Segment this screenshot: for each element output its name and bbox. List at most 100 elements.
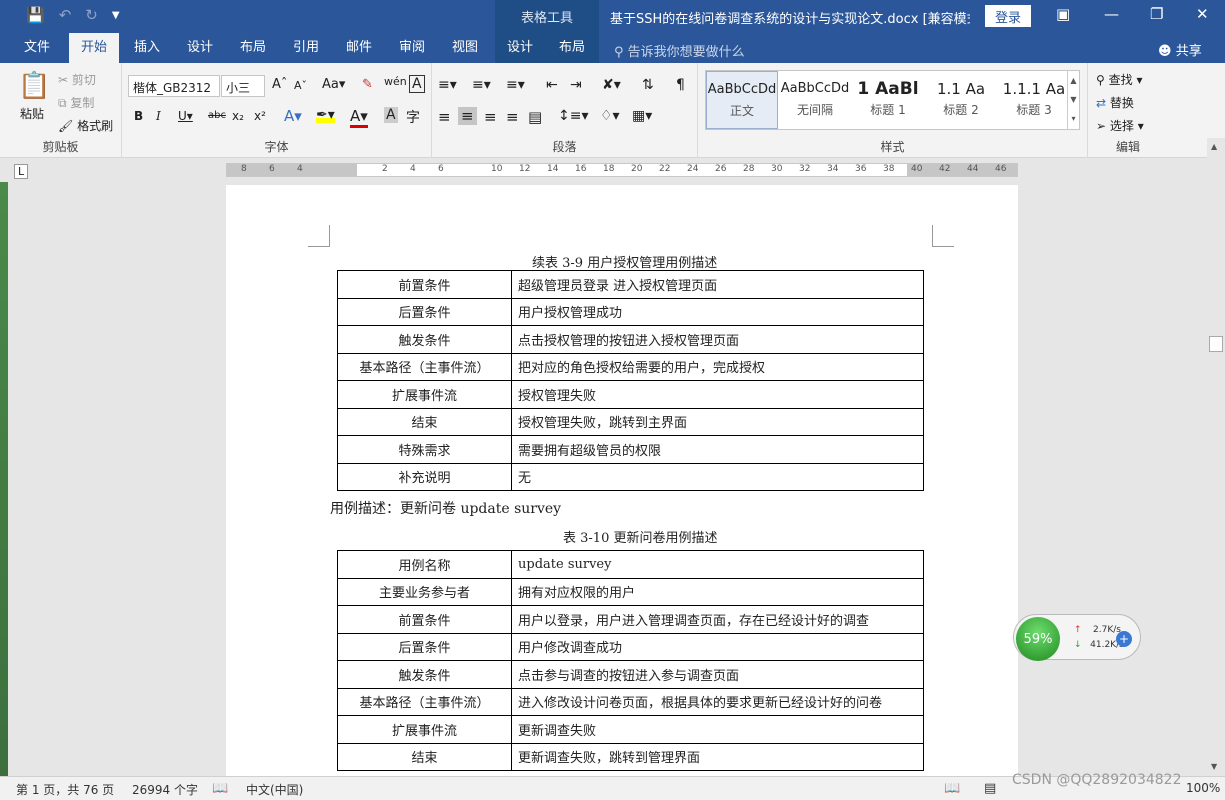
close-icon[interactable]: ✕ — [1196, 5, 1209, 23]
phonetic-guide-icon[interactable]: wén — [384, 75, 407, 88]
italic-icon[interactable]: I — [156, 109, 161, 123]
copy-button[interactable]: ⧉ 复制 — [58, 94, 94, 111]
tab-view[interactable]: 视图 — [442, 33, 488, 63]
table-cell-key[interactable]: 基本路径（主事件流） — [337, 687, 512, 716]
undo-icon[interactable]: ↶ — [59, 6, 72, 24]
scroll-up-icon[interactable]: ▲ — [1211, 142, 1217, 151]
table-cell-value[interactable]: 把对应的角色授权给需要的用户，完成授权 — [511, 352, 924, 381]
plus-icon[interactable]: + — [1116, 631, 1132, 647]
table-cell-key[interactable]: 结束 — [337, 407, 512, 436]
table-cell-key[interactable]: 扩展事件流 — [337, 380, 512, 409]
font-color-icon[interactable]: A▾ — [350, 107, 368, 128]
login-button[interactable]: 登录 — [985, 5, 1031, 27]
tab-layout[interactable]: 布局 — [230, 33, 276, 63]
borders-icon[interactable]: ▦▾ — [632, 108, 652, 124]
shrink-font-icon[interactable]: Aˇ — [294, 79, 307, 92]
table-cell-value[interactable]: 点击参与调查的按钮进入参与调查页面 — [511, 660, 924, 689]
character-shading-icon[interactable]: A — [384, 107, 398, 123]
table-cell-key[interactable]: 扩展事件流 — [337, 715, 512, 744]
table-cell-key[interactable]: 触发条件 — [337, 325, 512, 354]
select-button[interactable]: ➢ 选择 ▾ — [1096, 117, 1144, 134]
line-spacing-icon[interactable]: ↕≡▾ — [558, 108, 589, 124]
tab-selector-icon[interactable]: L — [14, 164, 29, 179]
tab-table-design[interactable]: 设计 — [495, 33, 545, 63]
table-cell-value[interactable]: 点击授权管理的按钮进入授权管理页面 — [511, 325, 924, 354]
bold-icon[interactable]: B — [134, 109, 143, 123]
highlight-color-icon[interactable]: ✒▾ — [316, 107, 335, 123]
paste-icon[interactable]: 📋 — [18, 71, 50, 101]
align-center-icon[interactable]: ≡ — [458, 107, 477, 125]
font-name-combo[interactable]: 楷体_GB2312 — [128, 75, 220, 97]
underline-icon[interactable]: U▾ — [178, 109, 193, 123]
save-icon[interactable]: 💾 — [26, 6, 45, 24]
table-cell-value[interactable]: 需要拥有超级管员的权限 — [511, 435, 924, 464]
replace-button[interactable]: ⇄ 替换 — [1096, 94, 1134, 111]
character-border-icon[interactable]: A — [409, 75, 425, 93]
multilevel-list-icon[interactable]: ≡▾ — [506, 77, 525, 93]
table-cell-value[interactable]: 更新调查失败 — [511, 715, 924, 744]
shading-icon[interactable]: ♢▾ — [600, 108, 620, 124]
table-cell-value[interactable]: 更新调查失败，跳转到管理界面 — [511, 742, 924, 771]
cut-button[interactable]: ✂ 剪切 — [58, 71, 96, 88]
tab-home[interactable]: 开始 — [69, 33, 119, 63]
style-heading-3[interactable]: 1.1.1 Aa 标题 3 — [998, 71, 1070, 129]
align-left-icon[interactable]: ≡ — [438, 108, 451, 126]
scroll-down-icon[interactable]: ▼ — [1211, 762, 1217, 771]
customize-qat-icon[interactable]: ▼ — [112, 10, 120, 21]
tab-table-layout[interactable]: 布局 — [545, 33, 599, 63]
restore-icon[interactable]: ❐ — [1150, 5, 1163, 23]
zoom-level[interactable]: 100% — [1186, 781, 1220, 795]
table-cell-key[interactable]: 后置条件 — [337, 632, 512, 661]
tab-design[interactable]: 设计 — [177, 33, 223, 63]
table-cell-key[interactable]: 基本路径（主事件流） — [337, 352, 512, 381]
table-cell-key[interactable]: 特殊需求 — [337, 435, 512, 464]
table-cell-key[interactable]: 主要业务参与者 — [337, 577, 512, 606]
font-size-combo[interactable]: 小三 — [221, 75, 265, 97]
table-cell-value[interactable]: 超级管理员登录 进入授权管理页面 — [511, 270, 924, 299]
enclose-characters-icon[interactable]: 字 — [406, 107, 420, 127]
decrease-indent-icon[interactable]: ⇤ — [546, 77, 558, 93]
share-button[interactable]: ☻ 共享 — [1158, 40, 1202, 59]
bullets-icon[interactable]: ≡▾ — [438, 77, 457, 93]
chinese-layout-icon[interactable]: ✘▾ — [602, 77, 621, 93]
justify-icon[interactable]: ≡ — [506, 108, 519, 126]
tab-insert[interactable]: 插入 — [124, 33, 170, 63]
vertical-scrollbar[interactable]: ▲ ▼ — [1207, 138, 1225, 776]
table-cell-key[interactable]: 前置条件 — [337, 270, 512, 299]
word-count[interactable]: 26994 个字 — [132, 781, 198, 798]
table-cell-value[interactable]: 无 — [511, 462, 924, 491]
tab-review[interactable]: 审阅 — [389, 33, 435, 63]
format-painter-button[interactable]: 🖌 格式刷 — [58, 117, 113, 134]
table-cell-key[interactable]: 后置条件 — [337, 297, 512, 326]
style-heading-2[interactable]: 1.1 Aa 标题 2 — [925, 71, 997, 129]
table-cell-key[interactable]: 前置条件 — [337, 605, 512, 634]
table-cell-value[interactable]: 用户以登录，用户进入管理调查页面，存在已经设计好的调查 — [511, 605, 924, 634]
table-cell-value[interactable]: 拥有对应权限的用户 — [511, 577, 924, 606]
show-marks-icon[interactable]: ¶ — [676, 77, 685, 93]
paste-button[interactable]: 粘贴 — [20, 105, 44, 122]
sort-icon[interactable]: ⇅ — [642, 77, 654, 93]
ribbon-display-options-icon[interactable]: ▣ — [1056, 5, 1070, 23]
table-cell-key[interactable]: 补充说明 — [337, 462, 512, 491]
table-cell-key[interactable]: 用例名称 — [337, 550, 512, 579]
superscript-icon[interactable]: x² — [254, 109, 266, 123]
read-mode-icon[interactable]: 📖 — [944, 781, 960, 796]
page-count[interactable]: 第 1 页，共 76 页 — [16, 781, 114, 798]
table-cell-value[interactable]: 授权管理失败，跳转到主界面 — [511, 407, 924, 436]
tell-me-search[interactable]: ⚲ 告诉我你想要做什么 — [614, 41, 745, 60]
table-cell-value[interactable]: 授权管理失败 — [511, 380, 924, 409]
style-heading-1[interactable]: 1 AaBl 标题 1 — [852, 71, 924, 129]
subscript-icon[interactable]: x₂ — [232, 109, 244, 123]
style-no-spacing[interactable]: AaBbCcDd 无间隔 — [779, 71, 851, 129]
tab-mailings[interactable]: 邮件 — [336, 33, 382, 63]
grow-font-icon[interactable]: Aˆ — [272, 77, 287, 92]
print-layout-icon[interactable]: ▤ — [984, 781, 996, 796]
horizontal-ruler[interactable]: 8 6 4 2 4 6 10 12 14 16 18 20 22 24 26 2… — [226, 163, 1018, 177]
scroll-thumb[interactable] — [1209, 336, 1223, 352]
align-right-icon[interactable]: ≡ — [484, 108, 497, 126]
strikethrough-icon[interactable]: abc — [208, 110, 226, 121]
table-cell-key[interactable]: 触发条件 — [337, 660, 512, 689]
table-cell-value[interactable]: 进入修改设计问卷页面，根据具体的要求更新已经设计好的问卷 — [511, 687, 924, 716]
find-button[interactable]: ⚲ 查找 ▾ — [1096, 71, 1142, 88]
table-cell-key[interactable]: 结束 — [337, 742, 512, 771]
